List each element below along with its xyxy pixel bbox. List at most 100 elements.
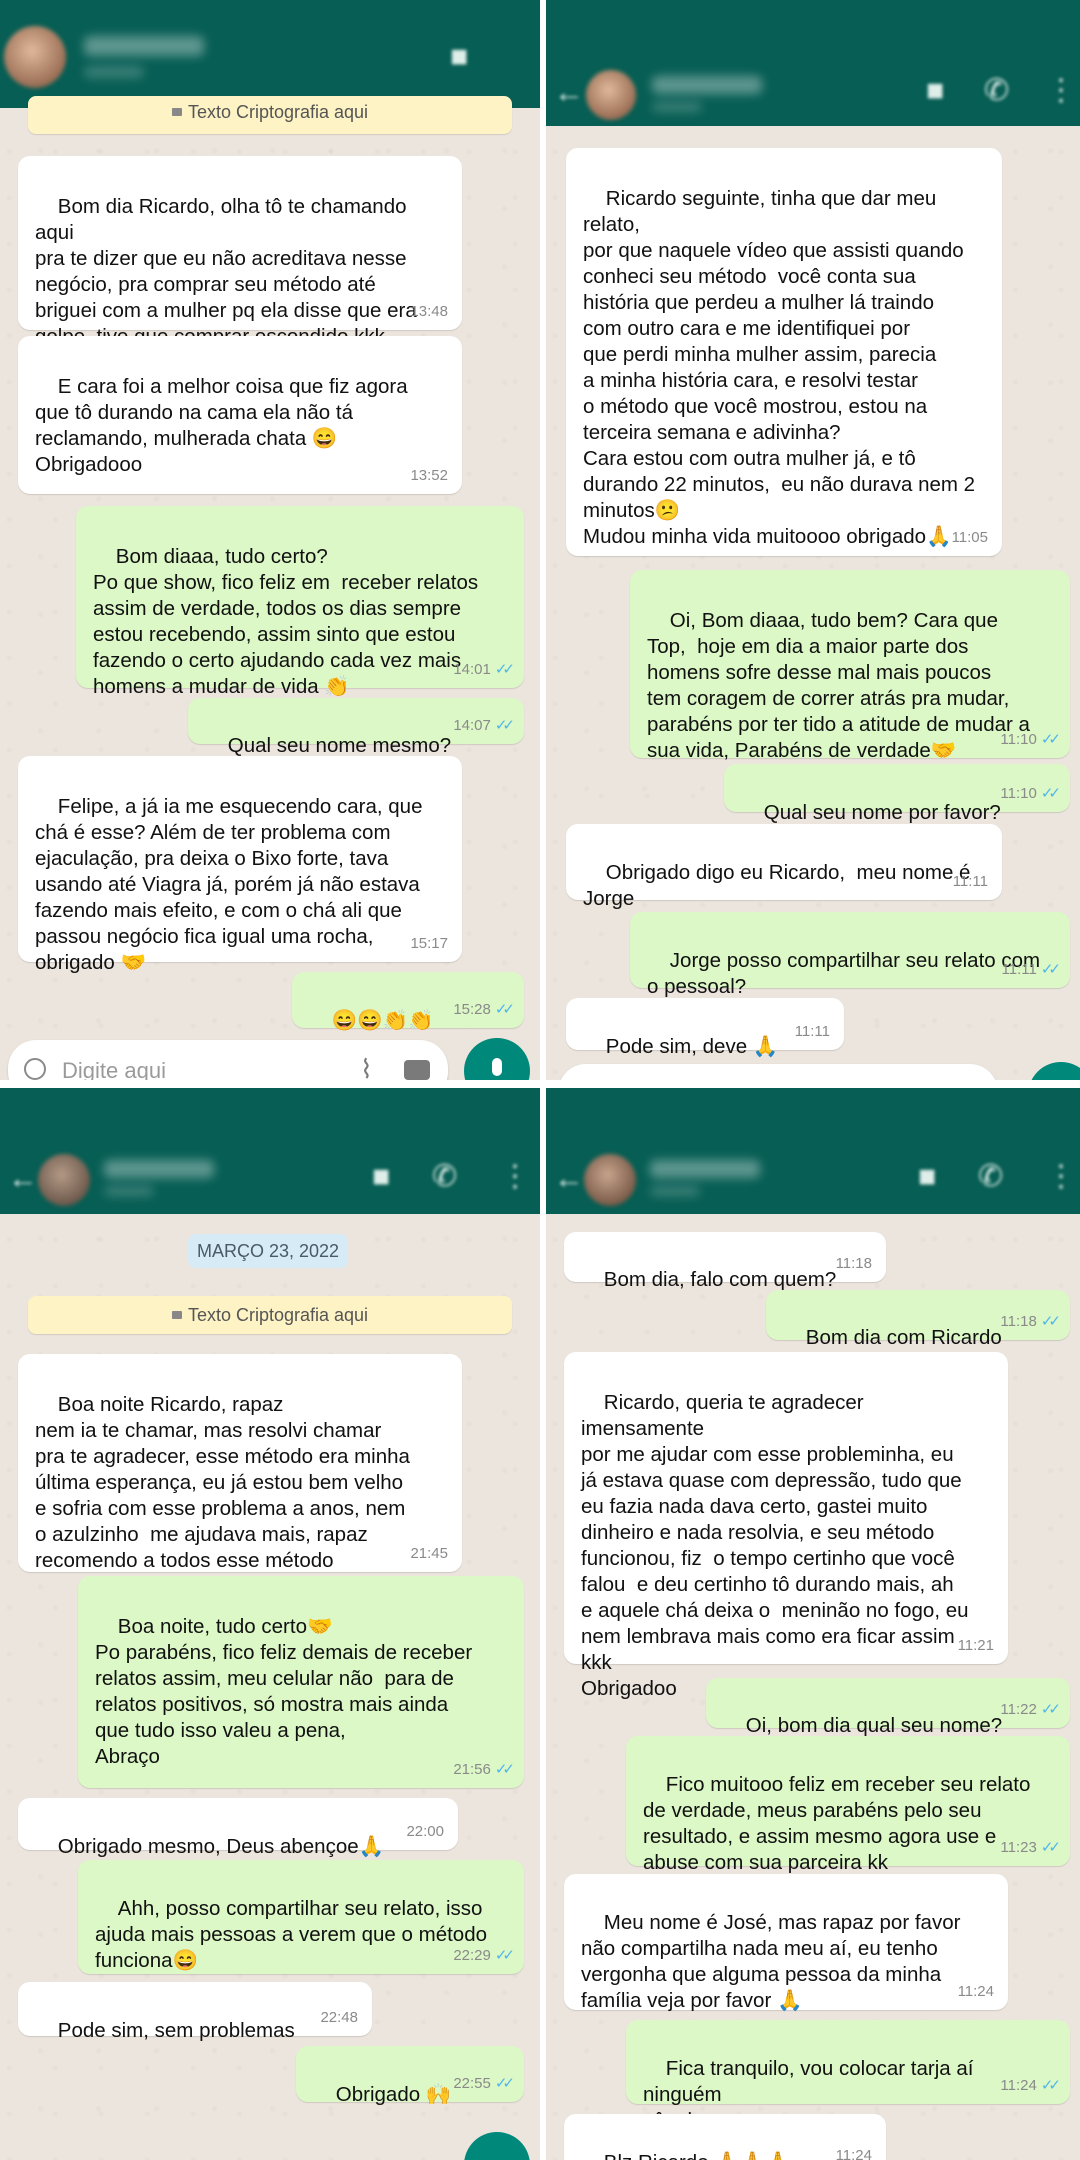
- video-call-icon[interactable]: ■: [450, 42, 468, 72]
- contact-name-blurred[interactable]: [84, 36, 204, 56]
- contact-avatar[interactable]: [4, 26, 66, 88]
- contact-avatar[interactable]: [584, 1154, 636, 1206]
- message-text: Boa noite, tudo certo🤝 Po parabéns, fico…: [95, 1615, 473, 1768]
- contact-avatar[interactable]: [586, 70, 636, 120]
- message-time: 14:07 ✓✓: [453, 717, 515, 734]
- contact-name-blurred[interactable]: [652, 76, 762, 94]
- message-input-bar[interactable]: Digite aqui ⌇: [8, 1040, 448, 1080]
- contact-avatar[interactable]: [38, 1154, 90, 1206]
- video-call-icon[interactable]: ■: [372, 1162, 390, 1192]
- chat-header: ← ■ ✆ ⋮: [0, 1088, 540, 1214]
- chat-panel-3: ← ■ ✆ ⋮ MARÇO 23, 2022 Texto Criptografi…: [0, 1088, 540, 2160]
- message-bubble[interactable]: Jorge posso compartilhar seu relato com …: [630, 912, 1070, 998]
- video-call-icon[interactable]: ■: [918, 1162, 936, 1192]
- message-bubble[interactable]: Fica tranquilo, vou colocar tarja aí nin…: [626, 2020, 1070, 2132]
- message-bubble[interactable]: Bom diaaa, tudo certo? Po que show, fico…: [76, 506, 524, 698]
- mic-button[interactable]: [464, 1038, 530, 1080]
- message-bubble[interactable]: Oi, bom dia qual seu nome? 11:22 ✓✓: [706, 1678, 1070, 1737]
- contact-status-blurred: [652, 102, 702, 112]
- chat-panel-1: ■ Texto Criptografia aqui Bom dia Ricard…: [0, 0, 540, 1080]
- message-bubble[interactable]: Felipe, a já ia me esquecendo cara, que …: [18, 756, 462, 974]
- chat-header: ← ■ ✆ ⋮: [546, 0, 1080, 126]
- message-time: 11:11: [794, 1023, 830, 1040]
- message-time: 11:10 ✓✓: [1000, 785, 1061, 802]
- message-bubble[interactable]: Meu nome é José, mas rapaz por favor não…: [564, 1874, 1008, 2012]
- message-bubble[interactable]: 😄😄👏👏 15:28 ✓✓: [292, 972, 524, 1032]
- message-time: 13:48: [410, 303, 448, 320]
- emoji-icon[interactable]: [24, 1058, 46, 1080]
- contact-status-blurred: [84, 66, 144, 78]
- chat-panel-4: ← ■ ✆ ⋮ Bom dia, falo com quem? 11:18 Bo…: [546, 1088, 1080, 2160]
- phone-icon[interactable]: ✆: [978, 1162, 1003, 1192]
- phone-icon[interactable]: ✆: [984, 76, 1009, 106]
- contact-name-blurred[interactable]: [650, 1160, 760, 1178]
- read-receipt-icon: ✓✓: [1040, 1701, 1061, 1718]
- message-time: 21:56 ✓✓: [453, 1761, 515, 1778]
- date-separator: MARÇO 23, 2022: [188, 1234, 348, 1268]
- phone-icon[interactable]: ✆: [432, 1162, 457, 1192]
- message-input[interactable]: Digite aqui: [62, 1058, 166, 1080]
- back-arrow-icon[interactable]: ←: [554, 78, 584, 108]
- message-text: Boa noite Ricardo, rapaz nem ia te chama…: [35, 1393, 410, 1572]
- message-text: Ricardo, queria te agradecer imensamente…: [581, 1391, 969, 1700]
- message-text: Ahh, posso compartilhar seu relato, isso…: [95, 1897, 488, 1972]
- message-bubble[interactable]: Boa noite, tudo certo🤝 Po parabéns, fico…: [78, 1576, 524, 1788]
- message-text: Bom dia Ricardo, olha tô te chamando aqu…: [35, 195, 417, 348]
- message-bubble[interactable]: Qual seu nome mesmo? 14:07 ✓✓: [188, 698, 524, 757]
- message-bubble[interactable]: Boa noite Ricardo, rapaz nem ia te chama…: [18, 1354, 462, 1572]
- back-arrow-icon[interactable]: ←: [8, 1164, 38, 1194]
- message-text: Felipe, a já ia me esquecendo cara, que …: [35, 795, 423, 974]
- camera-icon[interactable]: [404, 1060, 430, 1080]
- message-text: Oi, bom dia qual seu nome?: [745, 1714, 1003, 1737]
- message-bubble[interactable]: Ricardo, queria te agradecer imensamente…: [564, 1352, 1008, 1700]
- message-time: 11:10 ✓✓: [1000, 731, 1061, 748]
- message-time: 22:29 ✓✓: [453, 1947, 515, 1964]
- message-bubble[interactable]: Obrigado 🙌 22:55 ✓✓: [296, 2046, 524, 2106]
- more-options-icon[interactable]: ⋮: [500, 1162, 530, 1192]
- message-time: 13:52: [410, 467, 448, 484]
- video-call-icon[interactable]: ■: [926, 76, 944, 106]
- message-time: 22:00: [406, 1823, 444, 1840]
- attach-icon[interactable]: ⌇: [360, 1054, 373, 1080]
- chat-panel-2: ← ■ ✆ ⋮ Ricardo seguinte, tinha que dar …: [546, 0, 1080, 1080]
- message-bubble[interactable]: Ahh, posso compartilhar seu relato, isso…: [78, 1860, 524, 1974]
- read-receipt-icon: ✓✓: [1040, 785, 1061, 802]
- message-bubble[interactable]: Bom dia Ricardo, olha tô te chamando aqu…: [18, 156, 462, 348]
- contact-name-blurred[interactable]: [104, 1160, 214, 1178]
- more-options-icon[interactable]: ⋮: [1046, 1162, 1076, 1192]
- message-time: 11:11 ✓✓: [1001, 961, 1062, 978]
- message-text: Fico muitooo feliz em receber seu relato…: [643, 1773, 1031, 1874]
- message-time: 11:24: [835, 2147, 872, 2160]
- message-bubble[interactable]: Pode sim, sem problemas 22:48: [18, 1982, 372, 2042]
- message-time: 11:21: [957, 1637, 994, 1654]
- message-text: Jorge posso compartilhar seu relato com …: [647, 949, 1041, 998]
- message-bubble[interactable]: Pode sim, deve 🙏 11:11: [566, 998, 844, 1058]
- message-bubble[interactable]: Ricardo seguinte, tinha que dar meu rela…: [566, 148, 1002, 556]
- read-receipt-icon: ✓✓: [494, 1947, 515, 1964]
- message-bubble[interactable]: Blz Ricardo 🙏🙏🙏 11:24: [564, 2114, 886, 2160]
- more-options-icon[interactable]: ⋮: [1046, 76, 1076, 106]
- message-bubble[interactable]: Obrigado digo eu Ricardo, meu nome é Jor…: [566, 824, 1002, 910]
- message-time: 11:11: [952, 873, 988, 890]
- read-receipt-icon: ✓✓: [1040, 1839, 1061, 1856]
- message-bubble[interactable]: Bom dia com Ricardo 11:18 ✓✓: [766, 1290, 1070, 1349]
- mic-button[interactable]: [1028, 1062, 1080, 1080]
- message-bubble[interactable]: Fico muitooo feliz em receber seu relato…: [626, 1736, 1070, 1874]
- message-bubble[interactable]: Oi, Bom diaaa, tudo bem? Cara que Top, h…: [630, 570, 1070, 762]
- read-receipt-icon: ✓✓: [1040, 2077, 1061, 2094]
- message-bubble[interactable]: Bom dia, falo com quem? 11:18: [564, 1232, 886, 1291]
- chat-header: ■: [0, 0, 540, 108]
- message-bubble[interactable]: Obrigado mesmo, Deus abençoe🙏 22:00: [18, 1798, 458, 1858]
- message-text: Bom diaaa, tudo certo? Po que show, fico…: [93, 545, 479, 698]
- message-time: 11:18 ✓✓: [1000, 1313, 1061, 1330]
- read-receipt-icon: ✓✓: [494, 661, 515, 678]
- read-receipt-icon: ✓✓: [494, 2075, 515, 2092]
- message-text: Obrigado mesmo, Deus abençoe🙏: [57, 1835, 385, 1858]
- back-arrow-icon[interactable]: ←: [554, 1164, 584, 1194]
- message-text: Ricardo seguinte, tinha que dar meu rela…: [583, 187, 976, 548]
- message-input-bar[interactable]: [558, 1064, 998, 1080]
- message-time: 11:24 ✓✓: [1000, 2077, 1061, 2094]
- mic-button[interactable]: [464, 2132, 530, 2160]
- message-bubble[interactable]: Qual seu nome por favor? 11:10 ✓✓: [724, 764, 1070, 824]
- message-bubble[interactable]: E cara foi a melhor coisa que fiz agora …: [18, 336, 462, 494]
